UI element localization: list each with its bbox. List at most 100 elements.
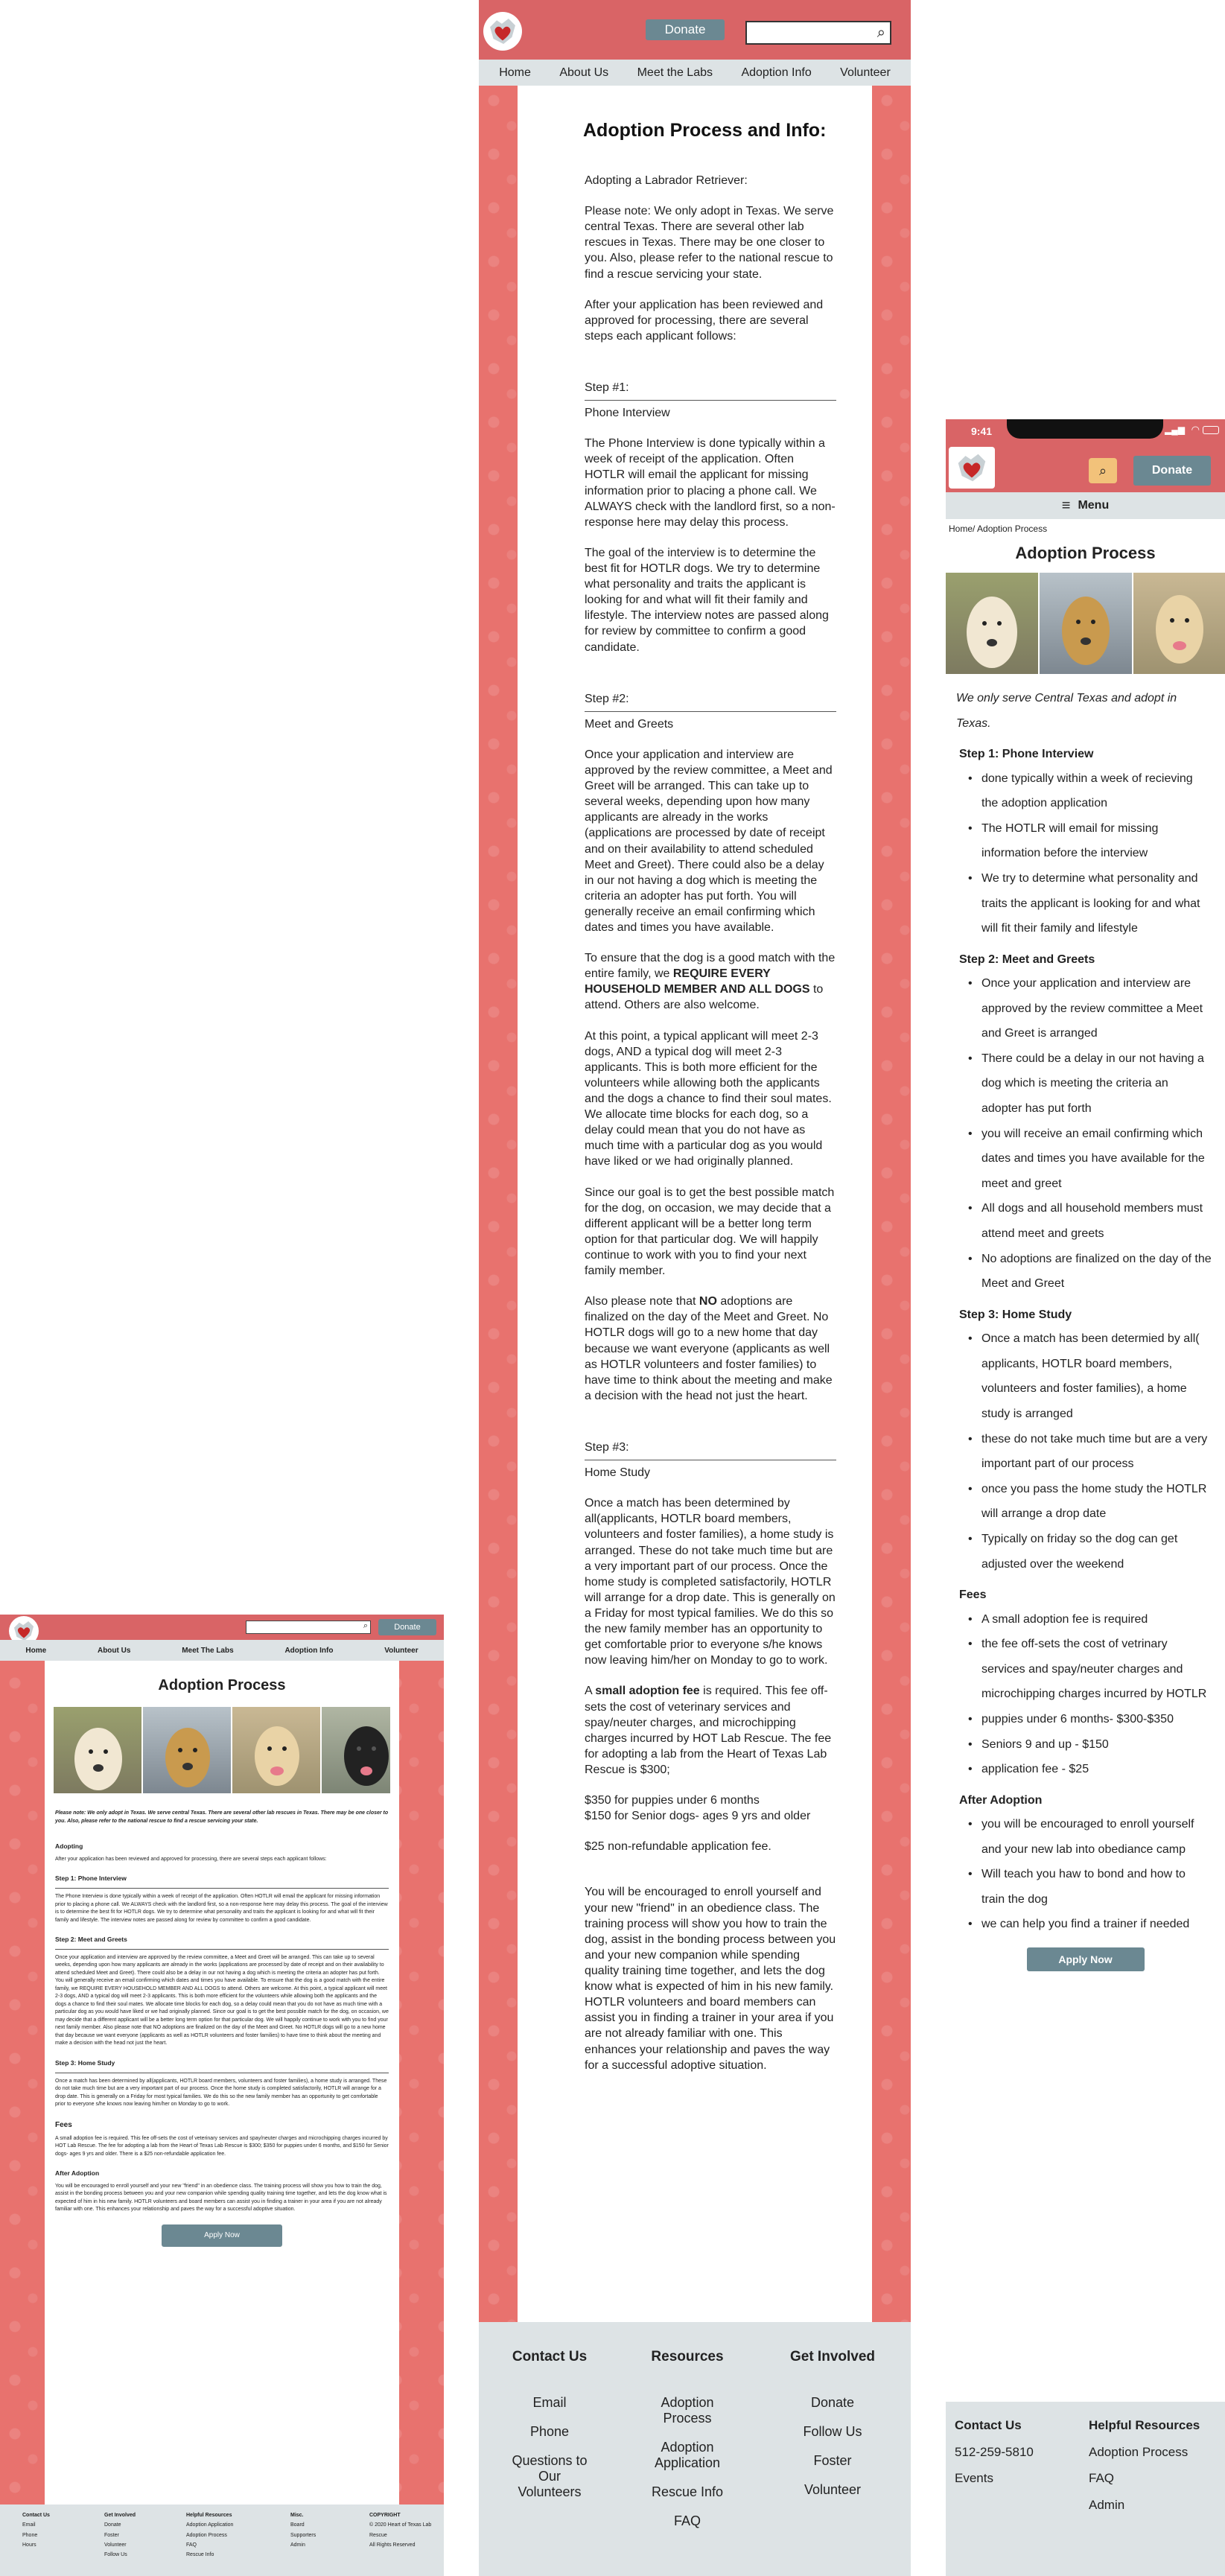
footer-link[interactable]: Admin: [290, 2540, 316, 2550]
footer-col-contact: Contact Us Email Phone Questions to Our …: [501, 2349, 598, 2513]
footer-heading: Get Involved: [789, 2349, 876, 2364]
step1-list: done typically within a week of recievin…: [967, 766, 1212, 941]
footer-link-events[interactable]: Events: [955, 2465, 1034, 2492]
footer-link[interactable]: Supporters: [290, 2531, 316, 2540]
footer-link[interactable]: Adoption Process: [186, 2531, 233, 2540]
search-icon[interactable]: ⌕: [363, 1621, 368, 1631]
footer-link-donate[interactable]: Donate: [777, 2395, 888, 2411]
fee-list: $350 for puppies under 6 months $150 for …: [585, 1793, 836, 1824]
nav-labs[interactable]: Meet The Labs: [182, 1647, 233, 1655]
footer-phone[interactable]: 512-259-5810: [955, 2439, 1034, 2466]
menu-bar[interactable]: ≡ Menu: [946, 492, 1225, 519]
footer-link-follow[interactable]: Follow Us: [777, 2424, 888, 2440]
body-text: A small adoption fee is required. This f…: [55, 2135, 389, 2157]
status-bar: 9:41 ▂▄▆ ◠: [946, 419, 1225, 442]
intro-text: Adopting a Labrador Retriever:: [585, 174, 748, 187]
footer-link-phone[interactable]: Phone: [501, 2424, 598, 2440]
search-icon[interactable]: ⌕: [877, 24, 885, 42]
paw-pattern-left: [479, 86, 518, 2322]
donate-button[interactable]: Donate: [1133, 456, 1211, 486]
footer-link-foster[interactable]: Foster: [777, 2453, 888, 2469]
footer-link[interactable]: Email: [22, 2520, 50, 2530]
main-content: Adoption Process and Info: Adopting a La…: [518, 86, 872, 2322]
footer-link[interactable]: Adoption Application: [186, 2520, 233, 2530]
apply-now-button[interactable]: Apply Now: [162, 2224, 282, 2247]
divider: [585, 400, 836, 401]
text-fragment: adoptions are finalized on the day of th…: [585, 1295, 833, 1402]
nav-home[interactable]: Home: [499, 66, 531, 80]
search-input[interactable]: ⌕: [246, 1621, 371, 1634]
footer-link-volunteer[interactable]: Volunteer: [777, 2482, 888, 2498]
list-item: We try to determine what personality and…: [967, 866, 1212, 941]
footer-link[interactable]: Donate: [104, 2520, 136, 2530]
texas-heart-dog-logo[interactable]: [483, 12, 522, 51]
nav-labs[interactable]: Meet the Labs: [637, 66, 713, 80]
footer-link[interactable]: Hours: [22, 2540, 50, 2550]
footer-link-faq[interactable]: FAQ: [1089, 2465, 1200, 2492]
dog-photo: [322, 1707, 390, 1793]
divider: [585, 710, 836, 712]
search-input[interactable]: ⌕: [745, 21, 891, 45]
nav-adoption[interactable]: Adoption Info: [741, 66, 811, 80]
dog-photo: [1133, 572, 1225, 674]
donate-button[interactable]: Donate: [646, 19, 725, 40]
footer-link[interactable]: All Rights Reserved: [369, 2540, 444, 2550]
menu-label[interactable]: Menu: [1078, 499, 1109, 512]
main-nav: Home About Us Meet The Labs Adoption Inf…: [0, 1640, 444, 1661]
device-notch: [1007, 419, 1163, 439]
nav-home[interactable]: Home: [25, 1647, 46, 1655]
footer-link-adoption-process[interactable]: Adoption Process: [1089, 2439, 1200, 2466]
mobile-page: 9:41 ▂▄▆ ◠ ⌕ Donate ≡ Menu Home/ Adoptio…: [946, 419, 1225, 2576]
footer-link-adoption-process[interactable]: Adoption Process: [643, 2395, 732, 2426]
footer-link[interactable]: Volunteer: [104, 2540, 136, 2550]
apply-now-button[interactable]: Apply Now: [1026, 1947, 1145, 1972]
nav-about[interactable]: About Us: [98, 1647, 130, 1655]
after-list: you will be encouraged to enroll yoursel…: [967, 1812, 1212, 1937]
breadcrumb[interactable]: Home/ Adoption Process: [949, 519, 1219, 538]
nav-volunteer[interactable]: Volunteer: [840, 66, 891, 80]
nav-volunteer[interactable]: Volunteer: [384, 1647, 418, 1655]
donate-button[interactable]: Donate: [378, 1619, 436, 1635]
footer-heading: COPYRIGHT: [369, 2513, 401, 2518]
site-footer: Contact Us 512-259-5810 Events Helpful R…: [946, 2402, 1225, 2576]
dog-gallery[interactable]: [946, 572, 1225, 674]
nav-adoption[interactable]: Adoption Info: [284, 1647, 333, 1655]
step-heading: Step 3: Home Study: [55, 2058, 115, 2067]
texas-heart-dog-logo[interactable]: [949, 447, 995, 489]
footer-link-adoption-application[interactable]: Adoption Application: [643, 2440, 732, 2471]
footer-link[interactable]: FAQ: [186, 2540, 233, 2550]
footer-link-faq[interactable]: FAQ: [643, 2513, 732, 2529]
step3-list: Once a match has been determied by all( …: [967, 1326, 1212, 1577]
site-header: Donate ⌕: [479, 0, 911, 60]
note-text: Please note: We only adopt in Texas. We …: [55, 1810, 389, 1824]
footer-link[interactable]: Board: [290, 2520, 316, 2530]
footer-link[interactable]: Follow Us: [104, 2550, 136, 2560]
footer-link[interactable]: Rescue Info: [186, 2550, 233, 2560]
footer-link[interactable]: Phone: [22, 2531, 50, 2540]
footer-link-questions[interactable]: Questions to Our Volunteers: [501, 2453, 598, 2500]
hamburger-menu-icon[interactable]: ≡: [1062, 497, 1071, 515]
footer-col-copyright: COPYRIGHT © 2020 Heart of Texas Lab Rescu…: [369, 2510, 444, 2550]
footer-link-rescue-info[interactable]: Rescue Info: [643, 2484, 732, 2500]
body-text: Once your application and interview are …: [55, 1954, 389, 2047]
list-item: No adoptions are finalized on the day of…: [967, 1247, 1212, 1297]
body-text: You will be encouraged to enroll yoursel…: [55, 2183, 387, 2213]
footer-heading: Helpful Resources: [186, 2513, 232, 2518]
footer-heading: Misc.: [290, 2513, 304, 2518]
list-item: Once a match has been determied by all( …: [967, 1326, 1212, 1426]
footer-link-admin[interactable]: Admin: [1089, 2492, 1200, 2519]
search-icon[interactable]: ⌕: [1089, 458, 1117, 483]
section-heading: After Adoption: [55, 2169, 100, 2177]
signal-icon: ▂▄▆: [1165, 424, 1185, 435]
body-text: Please note: We only adopt in Texas. We …: [585, 205, 834, 281]
footer-link-email[interactable]: Email: [501, 2395, 598, 2411]
footer-col-resources: Resources Adoption Process Adoption Appl…: [643, 2349, 732, 2542]
footer-col-misc: Misc. Board Supporters Admin: [290, 2510, 316, 2550]
fee-application: $25 non-refundable application fee.: [585, 1840, 771, 1854]
footer-link[interactable]: © 2020 Heart of Texas Lab Rescue: [369, 2520, 444, 2540]
footer-link[interactable]: Foster: [104, 2531, 136, 2540]
nav-about[interactable]: About Us: [559, 66, 608, 80]
body-text: The Phone Interview is done typically wi…: [585, 437, 836, 529]
section-heading: After Adoption: [959, 1793, 1043, 1807]
dog-photo: [54, 1707, 141, 1793]
